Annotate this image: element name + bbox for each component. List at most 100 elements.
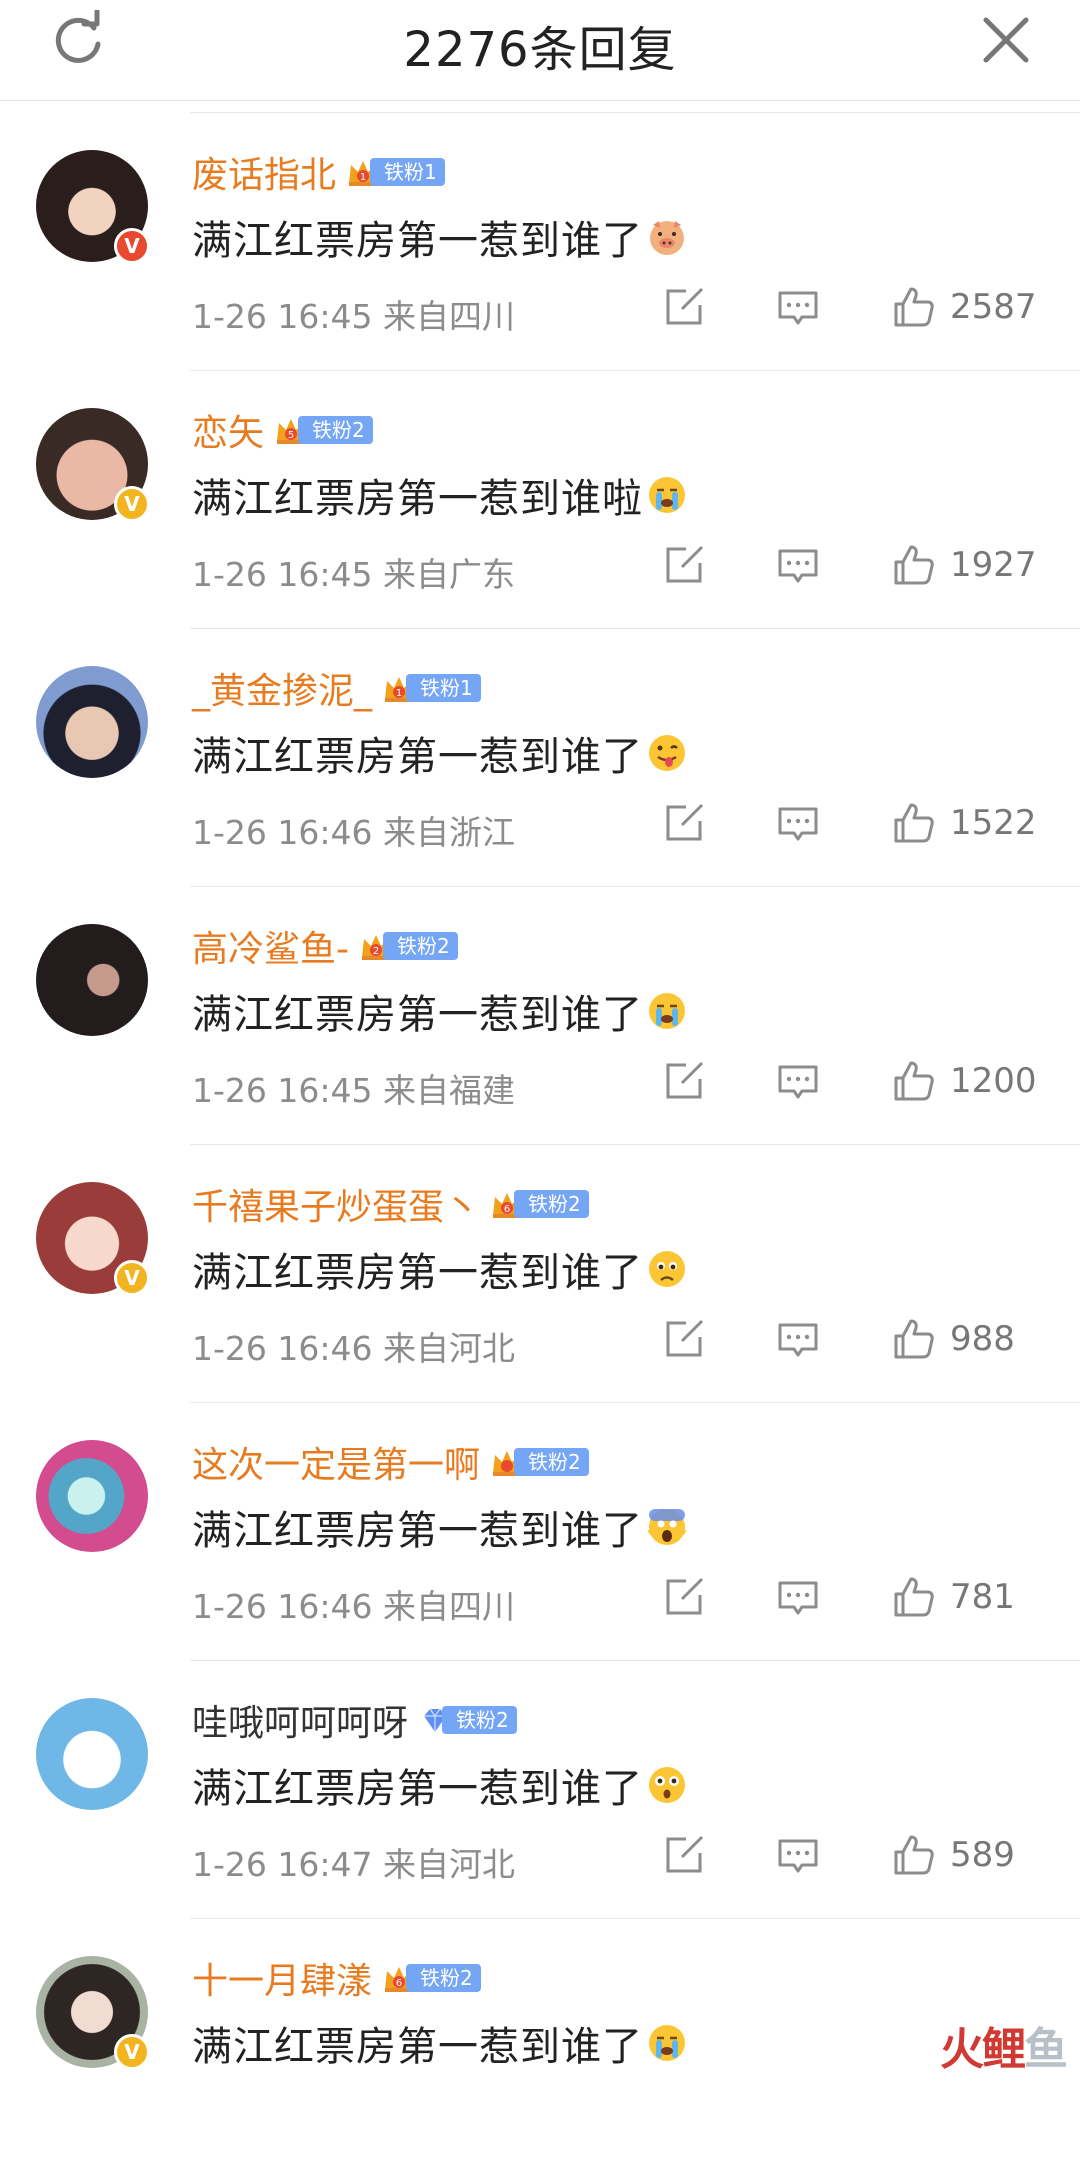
username[interactable]: 废话指北 — [192, 146, 336, 198]
avatar[interactable] — [36, 1698, 148, 1810]
comment-location: 来自四川 — [383, 297, 515, 336]
comment-time: 1-26 16:45 — [192, 555, 373, 594]
fan-badge[interactable]: 6 铁粉2 — [490, 1187, 589, 1221]
divider — [190, 1402, 1080, 1403]
fan-badge[interactable]: 1 铁粉1 — [346, 155, 445, 189]
fan-badge-label: 铁粉2 — [514, 1448, 589, 1476]
svg-text:6: 6 — [396, 1978, 402, 1989]
fan-badge[interactable]: 1 铁粉1 — [382, 671, 481, 705]
avatar[interactable] — [36, 1440, 148, 1552]
svg-text:6: 6 — [504, 1204, 510, 1215]
comment-text: 满江红票房第一惹到谁了 — [192, 218, 643, 264]
comment-location: 来自河北 — [383, 1329, 515, 1368]
fan-badge[interactable]: 2 铁粉2 — [359, 929, 458, 963]
comment-item: V 恋矢 5 铁粉2 满江红票房第一惹到谁啦 1-26 16:45 来自广东 1… — [0, 370, 1080, 628]
watermark-logo: 火鲤鱼 — [940, 2013, 1068, 2077]
share-icon[interactable] — [662, 1317, 706, 1361]
username[interactable]: 千禧果子炒蛋蛋丶 — [192, 1178, 480, 1230]
comment-time: 1-26 16:47 — [192, 1845, 373, 1884]
reply-icon[interactable] — [776, 1833, 820, 1877]
username[interactable]: 高冷鲨鱼- — [192, 920, 349, 972]
tongue-emoji — [649, 735, 685, 771]
close-icon[interactable] — [978, 12, 1034, 68]
name-row: 恋矢 5 铁粉2 — [192, 406, 373, 454]
fan-badge-label: 铁粉2 — [383, 932, 458, 960]
svg-text:1: 1 — [360, 172, 366, 183]
name-row: 高冷鲨鱼- 2 铁粉2 — [192, 922, 458, 970]
username[interactable]: _黄金掺泥_ — [192, 662, 372, 714]
like-icon[interactable] — [892, 1317, 936, 1361]
comment-text: 满江红票房第一惹到谁了 — [192, 1508, 643, 1554]
divider — [190, 1918, 1080, 1919]
share-icon[interactable] — [662, 285, 706, 329]
like-count: 1200 — [950, 1061, 1037, 1101]
like-icon[interactable] — [892, 1575, 936, 1619]
comment-text: 满江红票房第一惹到谁啦 — [192, 476, 643, 522]
like-count: 781 — [950, 1577, 1015, 1617]
fan-badge-label: 铁粉2 — [442, 1706, 517, 1734]
fan-badge[interactable]: 5 铁粉2 — [274, 413, 373, 447]
reply-count-title: 2276条回复 — [403, 22, 677, 78]
comment-time: 1-26 16:46 — [192, 1329, 373, 1368]
like-icon[interactable] — [892, 1833, 936, 1877]
comment-meta: 1-26 16:45 来自广东 — [192, 548, 515, 596]
comment-text: 满江红票房第一惹到谁了 — [192, 2024, 643, 2070]
share-icon[interactable] — [662, 543, 706, 587]
header-bar: 2276条回复 — [0, 0, 1080, 101]
comment-location: 来自福建 — [383, 1071, 515, 1110]
name-row: 废话指北 1 铁粉1 — [192, 148, 445, 196]
username[interactable]: 十一月肆漾 — [192, 1952, 372, 2004]
comment-meta: 1-26 16:46 来自浙江 — [192, 806, 515, 854]
like-icon[interactable] — [892, 801, 936, 845]
fan-badge-label: 铁粉1 — [406, 674, 481, 702]
fan-badge[interactable]: 铁粉2 — [418, 1703, 517, 1737]
comment-meta: 1-26 16:47 来自河北 — [192, 1838, 515, 1886]
avatar[interactable] — [36, 666, 148, 778]
divider — [190, 370, 1080, 371]
share-icon[interactable] — [662, 1833, 706, 1877]
divider — [190, 1660, 1080, 1661]
comment-actions: 988 — [662, 1316, 1050, 1362]
fan-badge[interactable]: 6 铁粉2 — [382, 1961, 481, 1995]
reply-icon[interactable] — [776, 543, 820, 587]
comment-text-row: 满江红票房第一惹到谁了 — [192, 208, 687, 266]
reply-icon[interactable] — [776, 801, 820, 845]
comment-text-row: 满江红票房第一惹到谁了 — [192, 1498, 687, 1556]
fan-badge-label: 铁粉1 — [370, 158, 445, 186]
comment-item: V 废话指北 1 铁粉1 满江红票房第一惹到谁了 1-26 16:45 来自四川 — [0, 112, 1080, 370]
divider — [190, 886, 1080, 887]
share-icon[interactable] — [662, 1059, 706, 1103]
fan-badge[interactable]: 铁粉2 — [490, 1445, 589, 1479]
comment-item: V 这次一定是第一啊 铁粉2 满江红票房第一惹到谁了 1-26 16:46 来自… — [0, 1402, 1080, 1660]
comment-item: V 哇哦呵呵呵呀 铁粉2 满江红票房第一惹到谁了 1-26 16:47 来自河北 — [0, 1660, 1080, 1918]
comment-meta: 1-26 16:45 来自福建 — [192, 1064, 515, 1112]
avatar[interactable] — [36, 924, 148, 1036]
reply-icon[interactable] — [776, 285, 820, 329]
divider — [190, 112, 1080, 113]
crying-emoji — [649, 993, 685, 1029]
comment-location: 来自河北 — [383, 1845, 515, 1884]
reply-icon[interactable] — [776, 1059, 820, 1103]
comment-time: 1-26 16:45 — [192, 1071, 373, 1110]
comment-item: V 高冷鲨鱼- 2 铁粉2 满江红票房第一惹到谁了 1-26 16:45 来自福… — [0, 886, 1080, 1144]
username[interactable]: 哇哦呵呵呵呀 — [192, 1694, 408, 1746]
username[interactable]: 这次一定是第一啊 — [192, 1436, 480, 1488]
like-icon[interactable] — [892, 285, 936, 329]
shocked-emoji — [649, 1767, 685, 1803]
share-icon[interactable] — [662, 801, 706, 845]
like-icon[interactable] — [892, 1059, 936, 1103]
like-count: 1927 — [950, 545, 1037, 585]
share-icon[interactable] — [662, 1575, 706, 1619]
comment-time: 1-26 16:46 — [192, 1587, 373, 1626]
username[interactable]: 恋矢 — [192, 404, 264, 456]
sad-emoji — [649, 1251, 685, 1287]
like-icon[interactable] — [892, 543, 936, 587]
name-row: 千禧果子炒蛋蛋丶 6 铁粉2 — [192, 1180, 589, 1228]
reply-icon[interactable] — [776, 1575, 820, 1619]
comment-item: V 千禧果子炒蛋蛋丶 6 铁粉2 满江红票房第一惹到谁了 1-26 16:46 … — [0, 1144, 1080, 1402]
comment-text-row: 满江红票房第一惹到谁了 — [192, 982, 687, 1040]
svg-text:2: 2 — [373, 946, 379, 957]
reply-icon[interactable] — [776, 1317, 820, 1361]
name-row: 十一月肆漾 6 铁粉2 — [192, 1954, 481, 2002]
comment-actions: 1200 — [662, 1058, 1050, 1104]
